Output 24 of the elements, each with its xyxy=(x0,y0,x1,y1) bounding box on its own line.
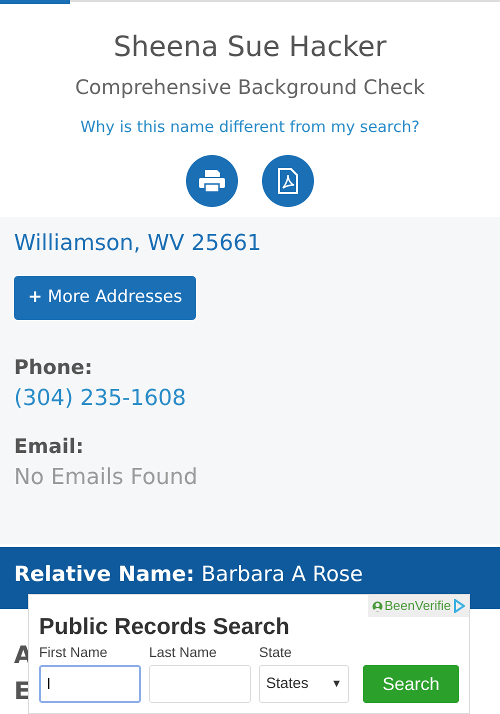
report-subtitle: Comprehensive Background Check xyxy=(74,74,426,101)
ad-title: Public Records Search xyxy=(39,615,291,638)
person-name: Sheena Sue Hacker xyxy=(112,30,388,64)
field-label: First Name xyxy=(39,643,108,662)
phone-link[interactable]: (304) 235-1608 xyxy=(14,382,486,414)
pdf-icon xyxy=(278,168,298,194)
ad-brand-tag[interactable]: BeenVerifie xyxy=(368,595,469,617)
more-addresses-button[interactable]: + More Addresses xyxy=(14,276,196,320)
ad-choices-icon[interactable] xyxy=(453,599,465,613)
name-help-link[interactable]: Why is this name different from my search? xyxy=(80,116,420,139)
search-button[interactable]: Search xyxy=(363,665,459,703)
field-label: Last Name xyxy=(149,643,218,662)
state-dropdown[interactable]: States ▼ xyxy=(259,665,349,703)
field-label: State xyxy=(259,643,293,662)
text-field[interactable]: l xyxy=(39,665,141,703)
person-icon xyxy=(372,600,382,612)
caret-icon: ▼ xyxy=(331,676,342,692)
field-label: Email: xyxy=(14,432,85,460)
field-label: Phone: xyxy=(14,354,94,380)
section-text: E xyxy=(14,676,30,707)
address-link[interactable]: Williamson, WV 25661 xyxy=(14,227,262,260)
printer-icon xyxy=(198,168,226,193)
empty-value: No Emails Found xyxy=(14,464,199,492)
text-field[interactable] xyxy=(149,665,251,703)
